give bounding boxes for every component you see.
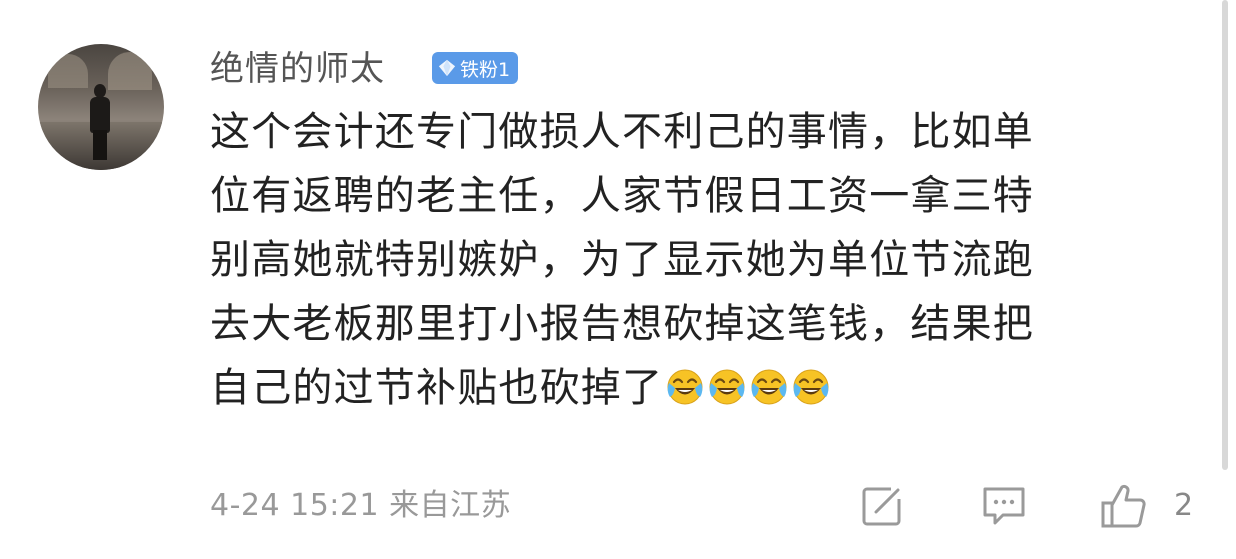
laugh-cry-icon xyxy=(667,369,703,405)
comment-icon xyxy=(983,487,1025,525)
like-button[interactable] xyxy=(1100,482,1148,530)
comment-line: 位有返聘的老主任，人家节假日工资一拿三特 xyxy=(210,173,1034,219)
diamond-icon xyxy=(438,59,456,77)
fan-badge: 铁粉1 xyxy=(432,52,519,84)
badge-label: 铁粉1 xyxy=(460,58,511,81)
avatar[interactable] xyxy=(38,44,164,170)
thumbs-up-icon xyxy=(1101,484,1146,528)
reply-button[interactable] xyxy=(980,482,1028,530)
share-button[interactable] xyxy=(858,482,906,530)
comment-line: 别高她就特别嫉妒，为了显示她为单位节流跑 xyxy=(210,237,1034,283)
comment-line: 这个会计还专门做损人不利己的事情，比如单 xyxy=(210,109,1034,155)
comment-line: 去大老板那里打小报告想砍掉这笔钱，结果把 xyxy=(210,301,1034,347)
share-icon xyxy=(862,487,901,526)
laugh-cry-icon xyxy=(709,369,745,405)
username[interactable]: 绝情的师太 xyxy=(210,44,385,94)
scrollbar[interactable] xyxy=(1222,0,1228,470)
laugh-cry-icon xyxy=(751,369,787,405)
comment-text: 这个会计还专门做损人不利己的事情，比如单 位有返聘的老主任，人家节假日工资一拿三… xyxy=(210,100,1210,420)
comment-meta: 4-24 15:21 来自江苏 xyxy=(210,488,512,523)
comment-line-last: 自己的过节补贴也砍掉了 xyxy=(210,356,1210,420)
like-count: 2 xyxy=(1174,488,1194,523)
emoji-group xyxy=(663,365,831,411)
comment-line: 自己的过节补贴也砍掉了 xyxy=(210,365,664,411)
laugh-cry-icon xyxy=(793,369,829,405)
